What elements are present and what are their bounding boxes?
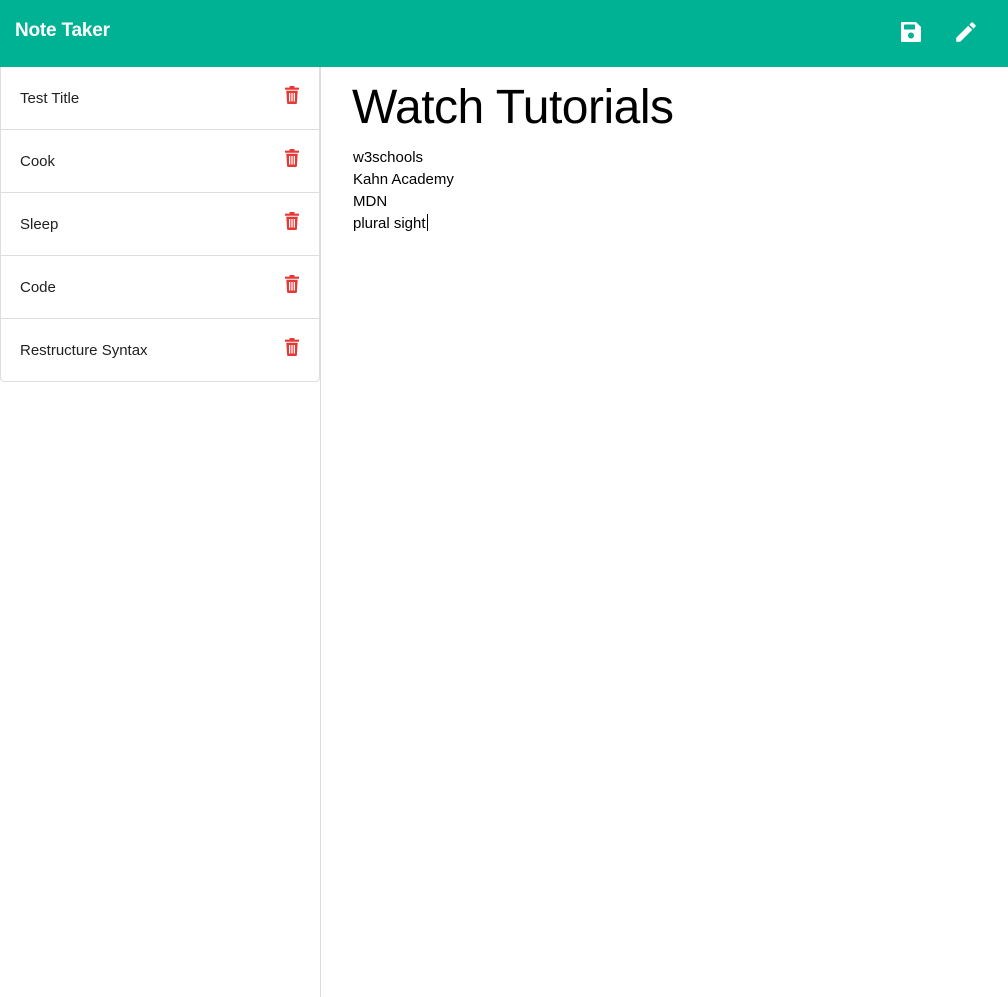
- note-body-line: Kahn Academy: [353, 171, 454, 188]
- brand-title[interactable]: Note Taker: [15, 20, 110, 42]
- note-editor: Watch Tutorials w3schools Kahn Academy MDN…: [321, 67, 1008, 997]
- note-body-line: plural sight: [353, 215, 426, 232]
- save-note-icon[interactable]: [896, 17, 926, 47]
- list-item[interactable]: Code: [0, 256, 320, 319]
- note-title-label: Test Title: [20, 89, 80, 107]
- list-item[interactable]: Sleep: [0, 193, 320, 256]
- note-title-label: Code: [20, 278, 56, 296]
- note-title-input[interactable]: Watch Tutorials: [352, 80, 992, 136]
- trash-icon[interactable]: [284, 149, 300, 169]
- note-title-label: Restructure Syntax: [20, 341, 148, 359]
- text-caret: [426, 214, 428, 231]
- note-body-line: MDN: [353, 193, 388, 210]
- note-title-label: Sleep: [20, 215, 59, 233]
- list-item[interactable]: Restructure Syntax: [0, 319, 320, 382]
- list-item[interactable]: Test Title: [0, 67, 320, 130]
- trash-icon[interactable]: [284, 338, 300, 358]
- new-note-pencil-icon[interactable]: [951, 17, 981, 47]
- trash-icon[interactable]: [284, 275, 300, 295]
- note-title-label: Cook: [20, 152, 56, 170]
- note-body-line: w3schools: [353, 149, 424, 166]
- trash-icon[interactable]: [284, 86, 300, 106]
- navbar: Note Taker: [0, 0, 1008, 67]
- notes-sidebar: Test Title Cook Sleep Code Restructure S…: [0, 67, 321, 997]
- trash-icon[interactable]: [284, 212, 300, 232]
- note-list: Test Title Cook Sleep Code Restructure S…: [0, 67, 320, 382]
- note-body-textarea[interactable]: w3schools Kahn Academy MDN plural sight: [353, 147, 993, 547]
- list-item[interactable]: Cook: [0, 130, 320, 193]
